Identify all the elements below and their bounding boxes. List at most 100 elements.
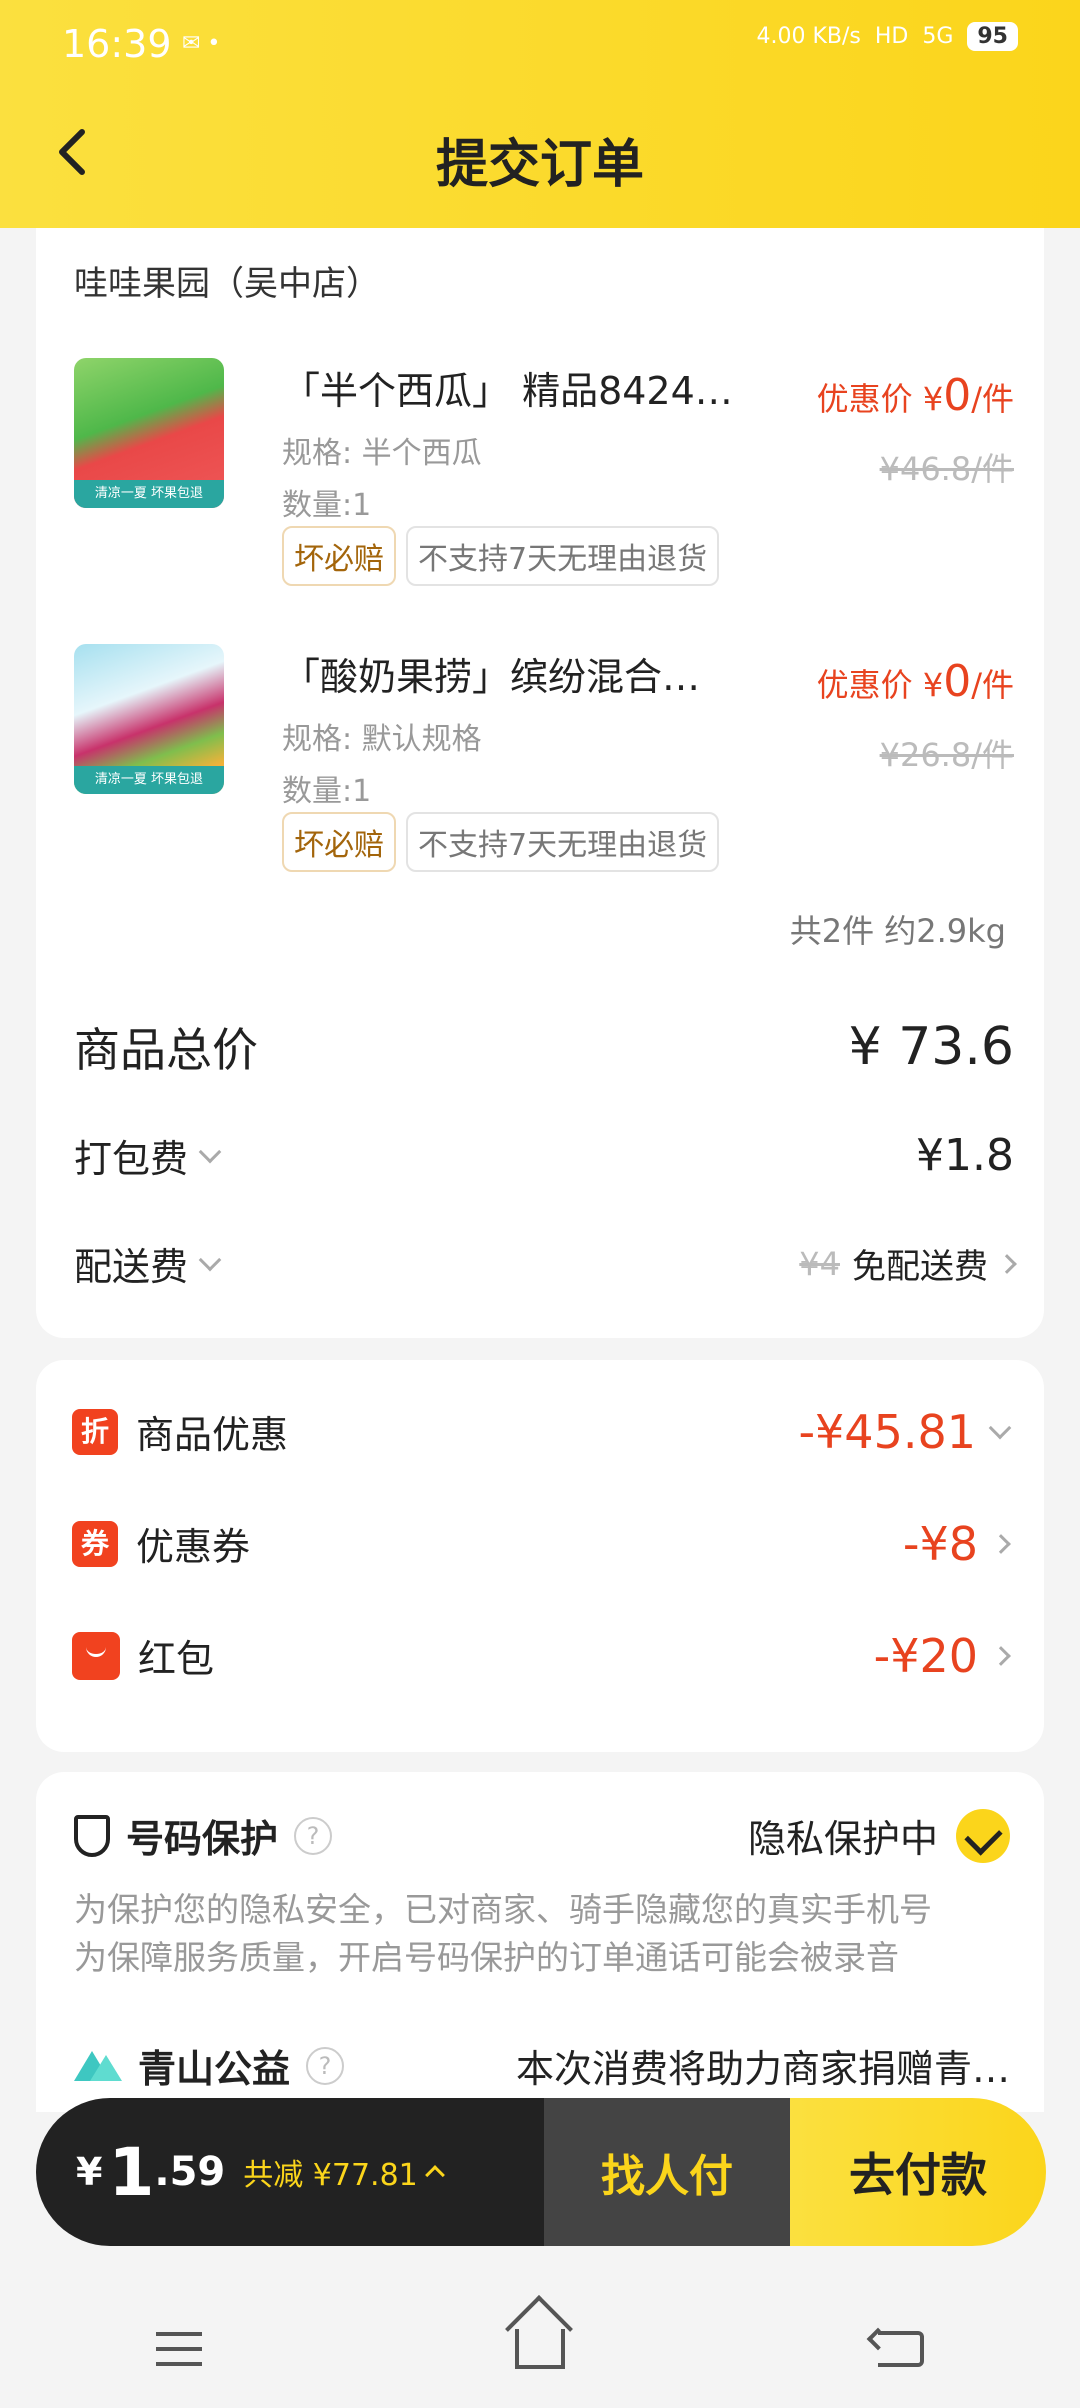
goods-total-row: 商品总价 ¥ 73.6 [74, 1014, 1014, 1080]
page-title: 提交订单 [435, 135, 644, 195]
order-card: 哇哇果园（吴中店） 清凉一夏 坏果包退 「半个西瓜」 精品8424… 规格: 半… [36, 228, 1044, 1338]
redpack-row[interactable]: 红包 -¥20 [72, 1628, 1011, 1683]
discount-badge-icon: 折 [72, 1408, 118, 1455]
order-item[interactable]: 清凉一夏 坏果包退 「半个西瓜」 精品8424… 规格: 半个西瓜 数量:1 坏… [74, 358, 1014, 618]
status-right: 4.00 KB/s HD 5G 95 [756, 22, 1018, 51]
chevron-up-icon[interactable] [424, 2165, 445, 2185]
item-spec: 规格: 默认规格 [282, 722, 482, 757]
back-icon[interactable] [877, 2331, 924, 2367]
order-summary: 共2件 约2.9kg [789, 912, 1006, 950]
store-name[interactable]: 哇哇果园（吴中店） [74, 256, 380, 305]
privacy-line-2: 为保障服务质量，开启号码保护的订单通话可能会被录音 [74, 1938, 899, 1977]
chevron-right-icon [997, 1253, 1017, 1274]
thumbnail-banner: 清凉一夏 坏果包退 [74, 766, 224, 794]
status-bar: 16:39 ✉ • 4.00 KB/s HD 5G 95 [0, 0, 1080, 86]
delivery-free-text: 免配送费 [852, 1247, 988, 1287]
charity-text: 本次消费将助力商家捐赠青… [515, 2047, 1010, 2091]
ask-friend-pay-button[interactable]: 找人付 [544, 2098, 790, 2246]
menu-icon[interactable] [156, 2332, 203, 2366]
coupon-row[interactable]: 券 优惠券 -¥8 [72, 1516, 1011, 1571]
battery-icon: 95 [967, 22, 1018, 51]
item-name: 「酸奶果捞」缤纷混合… [282, 655, 701, 699]
packing-fee-row[interactable]: 打包费 ¥1.8 [74, 1128, 1014, 1183]
privacy-description: 为保护您的隐私安全，已对商家、骑手隐藏您的真实手机号 为保障服务质量，开启号码保… [74, 1886, 1014, 1982]
item-thumbnail: 清凉一夏 坏果包退 [74, 644, 224, 794]
goods-total-value: ¥ 73.6 [848, 1017, 1014, 1077]
network-speed: 4.00 KB/s [756, 24, 861, 49]
tag-guarantee: 坏必赔 [282, 526, 396, 586]
promo-value: 0 [943, 656, 972, 707]
delivery-fee-label[interactable]: 配送费 [74, 1236, 222, 1291]
chevron-right-icon [991, 1645, 1011, 1666]
promo-price: 优惠价 ¥0/件 [817, 656, 1014, 707]
tag-no-return: 不支持7天无理由退货 [406, 526, 720, 586]
pay-button[interactable]: 去付款 [790, 2098, 1046, 2246]
delivery-fee-text: 配送费 [74, 1245, 189, 1289]
privacy-status-text: 隐私保护中 [747, 1817, 938, 1861]
delivery-fee-row[interactable]: 配送费 ¥4 免配送费 [74, 1236, 1017, 1291]
goods-total-label: 商品总价 [74, 1023, 258, 1077]
thumbnail-banner: 清凉一夏 坏果包退 [74, 480, 224, 508]
redpack-text: 红包 [138, 1637, 215, 1681]
amount-integer: 1 [108, 2133, 155, 2211]
coupon-label: 券 优惠券 [72, 1516, 250, 1571]
redpack-label: 红包 [72, 1628, 214, 1683]
item-tags: 坏必赔 不支持7天无理由退货 [282, 812, 720, 872]
notification-icon: ✉ • [182, 31, 221, 56]
charity-title: 青山公益 [138, 2047, 291, 2091]
total-saved: 共减 ¥77.81 [243, 2158, 418, 2193]
red-packet-icon [72, 1631, 120, 1680]
goods-discount-row[interactable]: 折 商品优惠 -¥45.81 [72, 1404, 1012, 1459]
mountain-icon [74, 2050, 122, 2081]
payment-bar: ¥ 1 .59 共减 ¥77.81 找人付 去付款 [36, 2098, 1046, 2246]
system-nav-bar [0, 2290, 1080, 2408]
status-time: 16:39 [62, 22, 172, 66]
item-name: 「半个西瓜」 精品8424… [282, 369, 733, 413]
order-item[interactable]: 清凉一夏 坏果包退 「酸奶果捞」缤纷混合… 规格: 默认规格 数量:1 坏必赔 … [74, 644, 1014, 904]
redpack-amount: -¥20 [873, 1628, 978, 1683]
hd-icon: HD [874, 24, 909, 49]
goods-discount-label: 折 商品优惠 [72, 1404, 288, 1459]
promo-unit: /件 [971, 380, 1014, 418]
coupon-amount: -¥8 [902, 1516, 978, 1571]
packing-fee-value: ¥1.8 [916, 1130, 1014, 1181]
coupon-badge-icon: 券 [72, 1520, 118, 1567]
help-icon[interactable]: ? [306, 2046, 345, 2085]
promo-label: 优惠价 ¥ [816, 666, 944, 704]
goods-discount-value[interactable]: -¥45.81 [798, 1405, 1012, 1459]
item-spec: 规格: 半个西瓜 [282, 436, 482, 471]
packing-fee-text: 打包费 [74, 1137, 189, 1181]
redpack-value[interactable]: -¥20 [873, 1628, 1011, 1683]
delivery-fee-value[interactable]: ¥4 免配送费 [799, 1239, 1017, 1288]
privacy-title: 号码保护 [126, 1817, 279, 1861]
charity-row[interactable]: 青山公益 ? 本次消费将助力商家捐赠青… [74, 2038, 1010, 2093]
coupon-value[interactable]: -¥8 [902, 1516, 1011, 1571]
tag-guarantee: 坏必赔 [282, 812, 396, 872]
chevron-down-icon [198, 1140, 222, 1163]
item-quantity: 数量:1 [282, 774, 372, 809]
chevron-right-icon [991, 1533, 1011, 1554]
promo-price: 优惠价 ¥0/件 [817, 370, 1014, 421]
privacy-card: 号码保护 ? 隐私保护中 为保护您的隐私安全，已对商家、骑手隐藏您的真实手机号 … [36, 1772, 1044, 2112]
checkmark-icon[interactable] [956, 1808, 1010, 1863]
navbar: 提交订单 [0, 96, 1080, 216]
chevron-down-icon [198, 1248, 222, 1271]
shield-icon [74, 1814, 110, 1857]
item-tags: 坏必赔 不支持7天无理由退货 [282, 526, 720, 586]
payment-amount[interactable]: ¥ 1 .59 共减 ¥77.81 [36, 2098, 544, 2246]
coupon-text: 优惠券 [136, 1525, 251, 1569]
packing-fee-label[interactable]: 打包费 [74, 1128, 222, 1183]
home-icon[interactable] [514, 2329, 565, 2369]
item-quantity: 数量:1 [282, 488, 372, 523]
amount-decimal: .59 [154, 2149, 226, 2195]
promo-unit: /件 [971, 666, 1014, 704]
charity-label: 青山公益 ? [74, 2038, 345, 2093]
privacy-status[interactable]: 隐私保护中 [748, 1808, 1010, 1863]
chevron-down-icon [988, 1416, 1012, 1439]
original-price: ¥26.8/件 [879, 736, 1014, 774]
privacy-label: 号码保护 ? [74, 1808, 333, 1863]
signal-icon: 5G [922, 24, 954, 49]
delivery-original-price: ¥4 [799, 1244, 840, 1283]
help-icon[interactable]: ? [294, 1816, 333, 1855]
privacy-line-1: 为保护您的隐私安全，已对商家、骑手隐藏您的真实手机号 [74, 1890, 932, 1929]
